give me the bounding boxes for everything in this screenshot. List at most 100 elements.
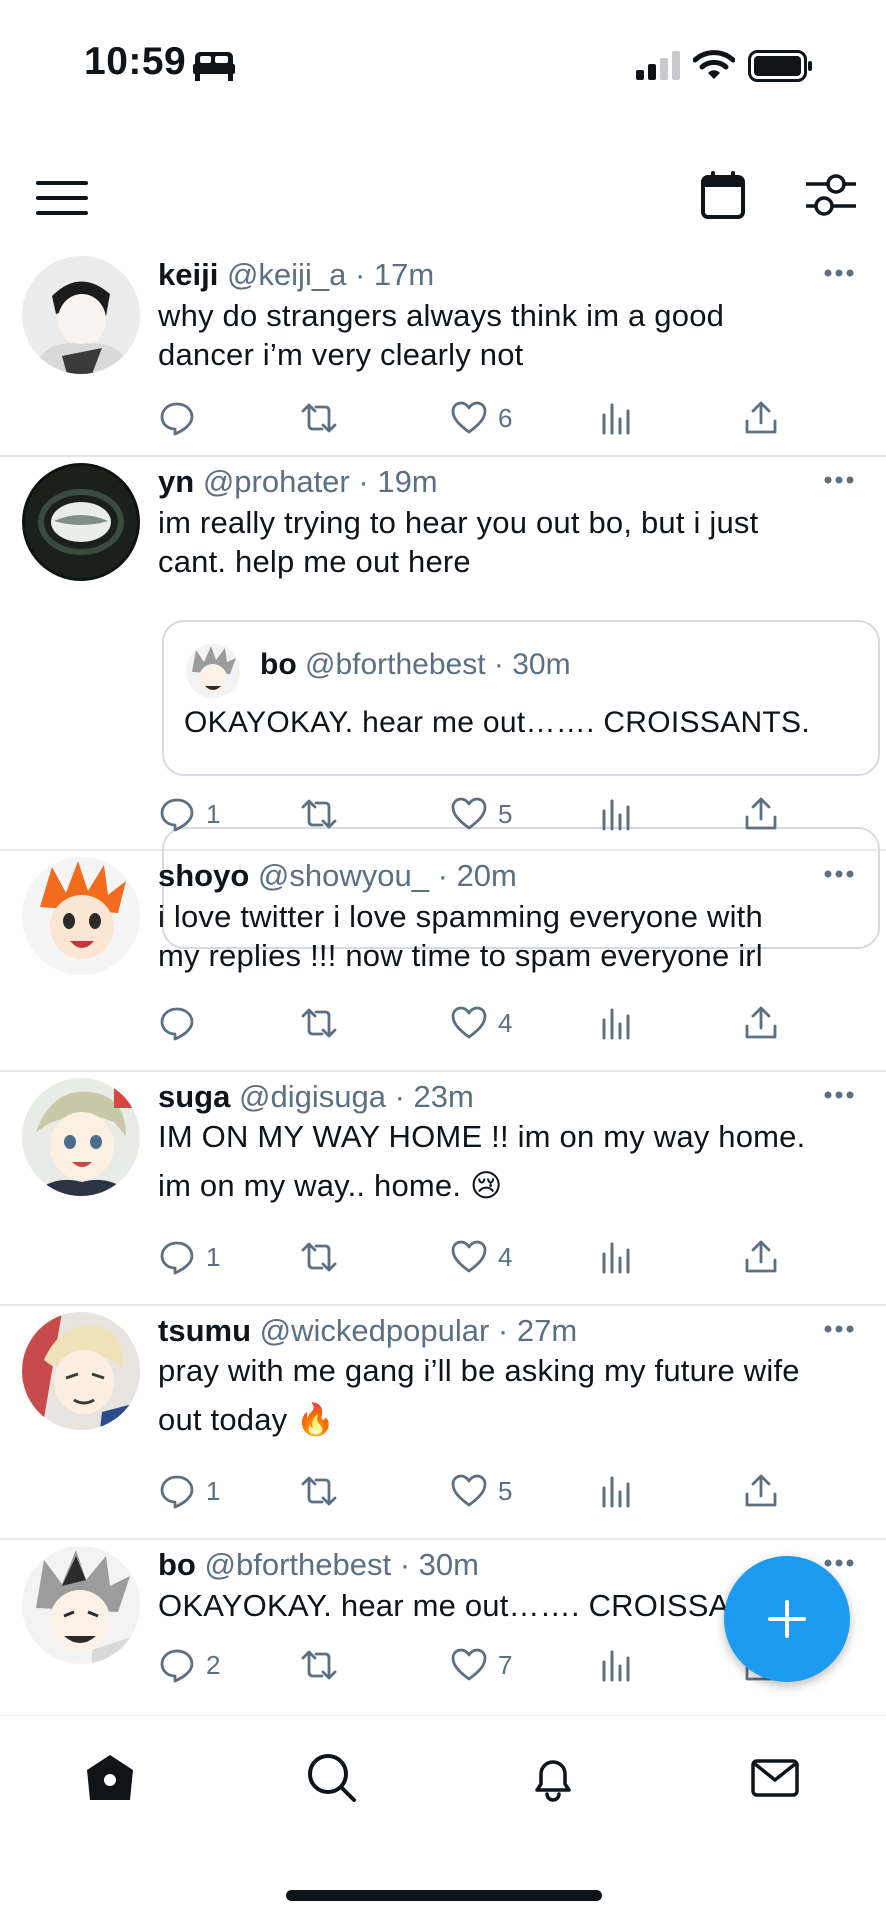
quoted-tweet-card[interactable]: bo @bforthebest · 30m OKAYOKAY. hear me … bbox=[162, 620, 880, 776]
tweet-item[interactable]: suga @digisuga · 23m IM ON MY WAY HOME !… bbox=[0, 1072, 886, 1306]
like-button[interactable]: 5 bbox=[450, 794, 512, 834]
timeline-feed[interactable]: keiji @keiji_a · 17m why do strangers al… bbox=[0, 250, 886, 1715]
retweet-button[interactable] bbox=[300, 1003, 348, 1043]
like-button[interactable]: 6 bbox=[450, 398, 512, 438]
like-count: 4 bbox=[498, 1241, 513, 1272]
tweet-text-line: pray with me gang i’ll be asking my futu… bbox=[158, 1353, 800, 1388]
tweet-text-line: IM ON MY WAY HOME !! im on my way home. bbox=[158, 1119, 806, 1154]
retweet-icon bbox=[301, 1008, 337, 1038]
tweet-item[interactable]: keiji @keiji_a · 17m why do strangers al… bbox=[0, 250, 886, 457]
tweet-content: keiji @keiji_a · 17m why do strangers al… bbox=[158, 256, 866, 374]
quote-header: bo @bforthebest · 30m bbox=[260, 648, 571, 682]
tweet-text-line: my replies !!! now time to spam everyone… bbox=[158, 938, 763, 973]
more-options-icon[interactable] bbox=[824, 1558, 854, 1568]
more-options-icon[interactable] bbox=[824, 1090, 854, 1100]
heart-icon bbox=[451, 401, 487, 434]
like-count: 5 bbox=[498, 798, 513, 829]
handle[interactable]: @bforthebest bbox=[205, 1547, 392, 1582]
like-count: 5 bbox=[498, 1475, 513, 1506]
share-button[interactable] bbox=[742, 794, 780, 834]
views-button[interactable] bbox=[598, 794, 636, 834]
separator: · bbox=[437, 858, 448, 893]
timestamp: 23m bbox=[413, 1079, 474, 1114]
home-indicator bbox=[286, 1890, 602, 1901]
display-name[interactable]: tsumu bbox=[158, 1313, 251, 1348]
share-button[interactable] bbox=[742, 1237, 780, 1277]
like-button[interactable]: 4 bbox=[450, 1003, 512, 1043]
tweet-item[interactable]: tsumu @wickedpopular · 27m pray with me … bbox=[0, 1306, 886, 1540]
handle[interactable]: @prohater bbox=[203, 464, 350, 499]
share-button[interactable] bbox=[742, 1471, 780, 1511]
hamburger-menu-icon[interactable] bbox=[34, 178, 90, 218]
handle[interactable]: @showyou_ bbox=[258, 858, 429, 893]
display-name[interactable]: keiji bbox=[158, 257, 218, 292]
retweet-button[interactable] bbox=[300, 794, 348, 834]
reply-button[interactable]: 1 bbox=[158, 1237, 220, 1277]
reply-button[interactable] bbox=[158, 398, 206, 438]
quote-avatar[interactable] bbox=[186, 644, 240, 698]
reply-button[interactable] bbox=[158, 1003, 206, 1043]
avatar[interactable] bbox=[22, 256, 140, 374]
retweet-button[interactable] bbox=[300, 1237, 348, 1277]
compose-button[interactable] bbox=[724, 1556, 850, 1682]
tweet-header: suga @digisuga · 23m bbox=[158, 1078, 866, 1116]
tweet-actions: 2 7 bbox=[158, 1645, 798, 1685]
views-button[interactable] bbox=[598, 398, 636, 438]
calendar-icon[interactable] bbox=[700, 170, 746, 220]
more-options-icon[interactable] bbox=[824, 869, 854, 879]
avatar[interactable] bbox=[22, 857, 140, 975]
more-options-icon[interactable] bbox=[824, 268, 854, 278]
share-icon bbox=[745, 1474, 777, 1507]
share-icon bbox=[745, 1006, 777, 1039]
views-chart-icon bbox=[602, 403, 630, 435]
views-button[interactable] bbox=[598, 1471, 636, 1511]
display-name[interactable]: suga bbox=[158, 1079, 230, 1114]
tweet-item[interactable]: shoyo @showyou_ · 20m i love twitter i l… bbox=[0, 851, 886, 1072]
quote-handle[interactable]: @bforthebest bbox=[305, 648, 486, 681]
retweet-icon bbox=[301, 799, 337, 829]
share-button[interactable] bbox=[742, 398, 780, 438]
reply-button[interactable]: 2 bbox=[158, 1645, 220, 1685]
views-button[interactable] bbox=[598, 1003, 636, 1043]
handle[interactable]: @wickedpopular bbox=[260, 1313, 490, 1348]
quote-display-name[interactable]: bo bbox=[260, 648, 297, 681]
quote-separator: · bbox=[493, 648, 504, 681]
display-name[interactable]: bo bbox=[158, 1547, 196, 1582]
handle[interactable]: @keiji_a bbox=[227, 257, 346, 292]
like-button[interactable]: 7 bbox=[450, 1645, 512, 1685]
tweet-actions: 1 5 bbox=[158, 794, 798, 834]
retweet-button[interactable] bbox=[300, 1471, 348, 1511]
heart-icon bbox=[451, 1006, 487, 1039]
like-count: 4 bbox=[498, 1007, 513, 1038]
status-bar: 10:59 bbox=[0, 0, 886, 120]
like-button[interactable]: 4 bbox=[450, 1237, 512, 1277]
display-name[interactable]: yn bbox=[158, 464, 194, 499]
timestamp: 20m bbox=[456, 858, 517, 893]
views-chart-icon bbox=[602, 1650, 630, 1682]
retweet-button[interactable] bbox=[300, 1645, 348, 1685]
tab-search[interactable] bbox=[306, 1752, 358, 1804]
avatar[interactable] bbox=[22, 463, 140, 581]
handle[interactable]: @digisuga bbox=[239, 1079, 386, 1114]
tab-home[interactable] bbox=[84, 1752, 136, 1804]
like-button[interactable]: 5 bbox=[450, 1471, 512, 1511]
tweet-text-line: dancer i’m very clearly not bbox=[158, 337, 524, 372]
tweet-text-line: out today 🔥 bbox=[158, 1402, 335, 1437]
reply-bubble-icon bbox=[160, 402, 194, 436]
display-name[interactable]: shoyo bbox=[158, 858, 249, 893]
avatar[interactable] bbox=[22, 1078, 140, 1196]
tweet-text: i love twitter i love spamming everyone … bbox=[158, 897, 866, 975]
avatar[interactable] bbox=[22, 1546, 140, 1664]
tab-messages[interactable] bbox=[749, 1752, 801, 1804]
reply-button[interactable]: 1 bbox=[158, 1471, 220, 1511]
views-button[interactable] bbox=[598, 1645, 636, 1685]
share-button[interactable] bbox=[742, 1003, 780, 1043]
reply-button[interactable]: 1 bbox=[158, 794, 220, 834]
more-options-icon[interactable] bbox=[824, 1324, 854, 1334]
retweet-button[interactable] bbox=[300, 398, 348, 438]
tab-notifications[interactable] bbox=[527, 1752, 579, 1804]
views-button[interactable] bbox=[598, 1237, 636, 1277]
filter-sliders-icon[interactable] bbox=[804, 170, 856, 220]
avatar[interactable] bbox=[22, 1312, 140, 1430]
more-options-icon[interactable] bbox=[824, 475, 854, 485]
